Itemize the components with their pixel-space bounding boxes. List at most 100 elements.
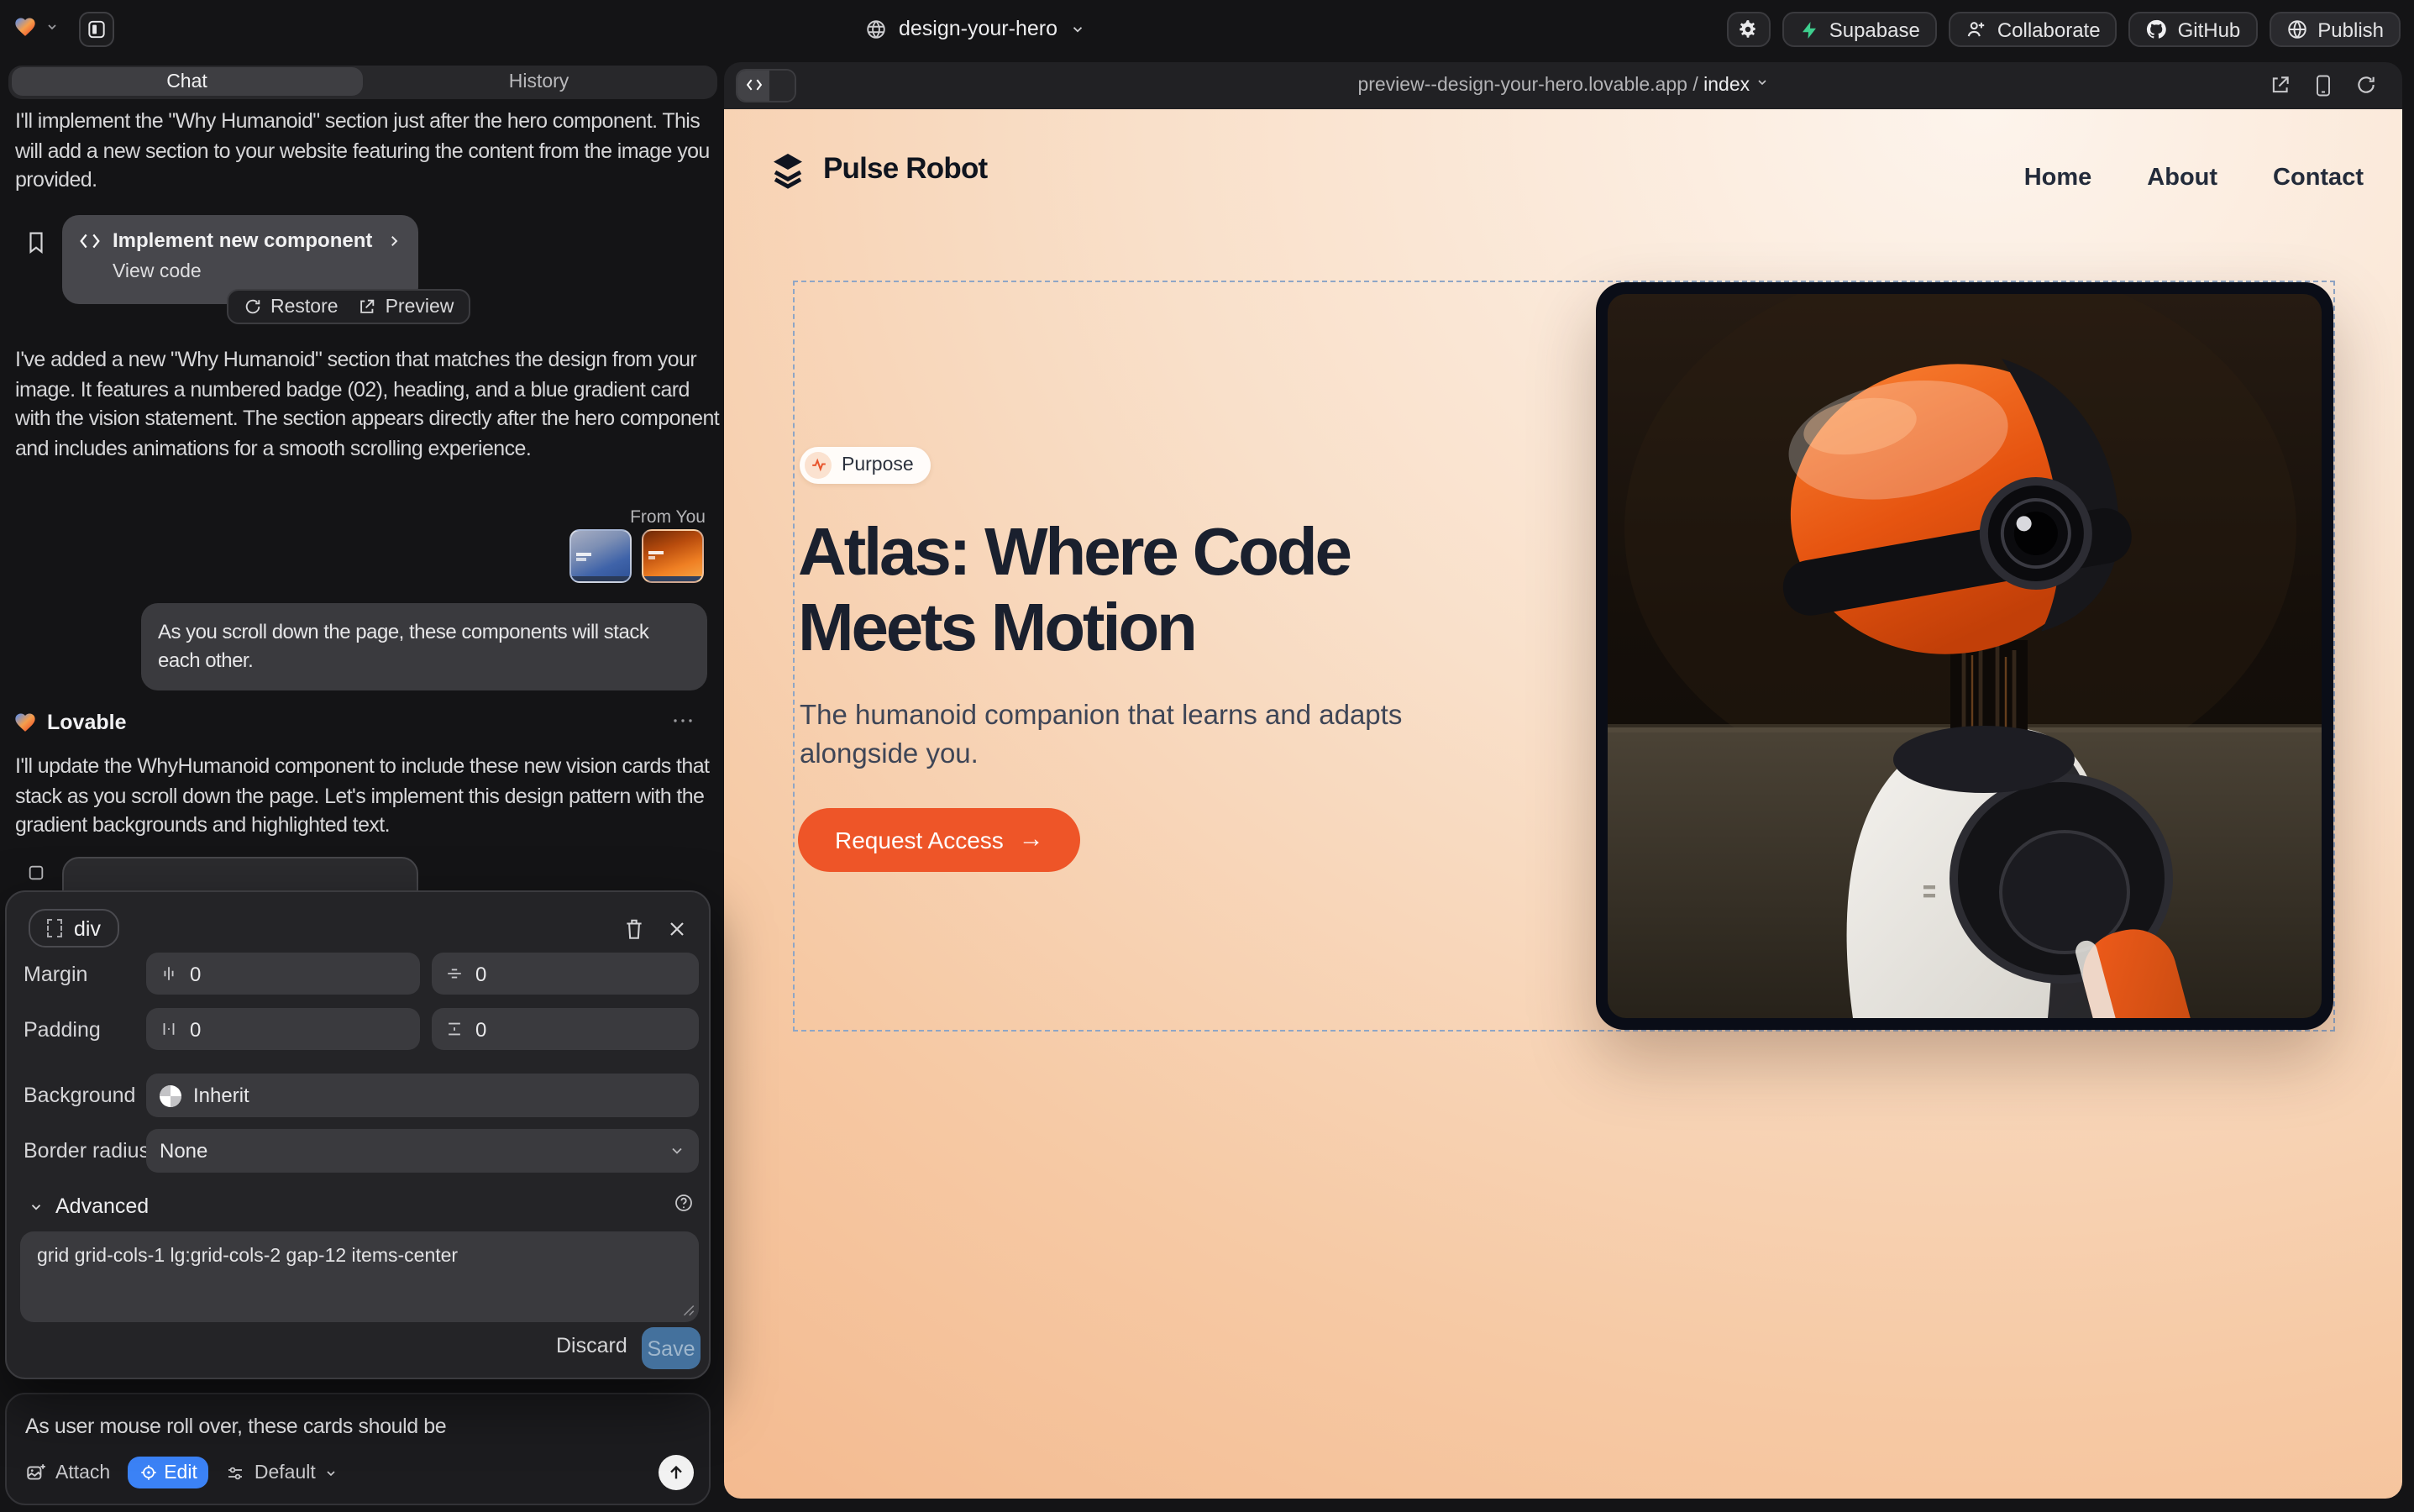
margin-label: Margin — [24, 963, 87, 986]
composer-draft-text[interactable]: As user mouse roll over, these cards sho… — [25, 1415, 446, 1438]
margin-y-input[interactable]: 0 — [432, 953, 699, 995]
chevron-down-icon — [1755, 75, 1769, 88]
collaborate-button[interactable]: Collaborate — [1949, 12, 2117, 47]
chevron-down-icon — [29, 1199, 44, 1214]
external-link-icon — [359, 297, 377, 316]
chevron-down-icon — [1069, 21, 1084, 36]
supabase-icon — [1799, 19, 1819, 39]
element-tag: div — [74, 916, 101, 940]
site-canvas: Pulse Robot Home About Contact Purpose A… — [724, 108, 2402, 1499]
target-icon — [139, 1463, 157, 1482]
help-icon[interactable] — [674, 1193, 694, 1213]
preview-toolbar: preview--design-your-hero.lovable.app / … — [724, 61, 2402, 108]
settings-button[interactable] — [1727, 12, 1771, 47]
tab-history[interactable]: History — [363, 67, 715, 96]
lovable-heart-icon — [13, 711, 37, 734]
publish-button[interactable]: Publish — [2269, 12, 2401, 47]
arrow-up-icon — [667, 1463, 685, 1482]
nav-about[interactable]: About — [2147, 164, 2217, 191]
purpose-badge: Purpose — [800, 446, 931, 483]
layers-icon — [768, 149, 808, 189]
assistant-name: Lovable — [47, 711, 127, 734]
restore-button[interactable]: Restore — [244, 297, 338, 317]
hero-heading: Atlas: Where Code Meets Motion — [798, 515, 1350, 666]
resize-handle-icon[interactable] — [680, 1302, 695, 1317]
discard-button[interactable]: Discard — [556, 1334, 627, 1357]
sidebar-toggle-button[interactable] — [79, 12, 114, 47]
chevron-down-icon — [45, 20, 59, 34]
nav-contact[interactable]: Contact — [2273, 164, 2364, 191]
background-label: Background — [24, 1084, 135, 1107]
margin-x-input[interactable]: 0 — [146, 953, 420, 995]
view-code-link[interactable]: View code — [113, 262, 401, 282]
user-message-bubble: As you scroll down the page, these compo… — [141, 603, 707, 690]
globe-icon — [865, 18, 887, 39]
project-name: design-your-hero — [899, 17, 1057, 40]
background-input[interactable]: Inherit — [146, 1074, 699, 1117]
component-title: Implement new component — [113, 228, 375, 252]
mobile-view-icon[interactable] — [2313, 73, 2333, 97]
advanced-classes-textarea[interactable]: grid grid-cols-1 lg:grid-cols-2 gap-12 i… — [20, 1231, 699, 1322]
lovable-heart-icon — [13, 15, 37, 39]
chat-tabs: Chat History — [8, 65, 717, 98]
padding-label: Padding — [24, 1018, 101, 1042]
save-button[interactable]: Save — [642, 1327, 701, 1369]
assistant-message-2: I've added a new "Why Humanoid" section … — [15, 346, 727, 464]
restore-icon — [244, 297, 262, 316]
app: design-your-hero Supabase Collaborate Gi… — [0, 0, 2414, 1512]
sidebar-panel-icon — [86, 18, 108, 40]
gear-icon — [1738, 18, 1760, 40]
github-button[interactable]: GitHub — [2129, 12, 2258, 47]
hero-robot-card — [1595, 282, 2333, 1030]
person-plus-icon — [1965, 18, 1987, 40]
component-icon-partial — [27, 864, 45, 882]
element-outline-icon — [47, 919, 62, 937]
trash-icon[interactable] — [623, 917, 645, 941]
edit-mode-button[interactable]: Edit — [127, 1457, 209, 1488]
chevron-down-icon — [324, 1466, 338, 1479]
nav-home[interactable]: Home — [2024, 164, 2092, 191]
more-options-icon[interactable] — [672, 717, 694, 724]
preview-url[interactable]: preview--design-your-hero.lovable.app / … — [724, 75, 2402, 95]
selected-element-chip[interactable]: div — [29, 909, 119, 948]
hero-subtitle: The humanoid companion that learns and a… — [800, 696, 1480, 775]
request-access-button[interactable]: Request Access → — [798, 807, 1081, 871]
assistant-header: Lovable — [13, 711, 127, 734]
project-switcher[interactable]: design-your-hero — [865, 17, 1084, 40]
supabase-button[interactable]: Supabase — [1782, 12, 1937, 47]
send-button[interactable] — [659, 1455, 694, 1490]
chevron-down-icon — [669, 1142, 685, 1159]
padding-y-icon — [445, 1020, 464, 1038]
advanced-toggle[interactable]: Advanced — [29, 1194, 149, 1218]
site-brand[interactable]: Pulse Robot — [768, 149, 987, 189]
bookmark-icon[interactable] — [25, 230, 47, 255]
robot-image — [1607, 294, 2321, 1018]
preview-button[interactable]: Preview — [359, 297, 454, 317]
publish-globe-icon — [2285, 18, 2307, 40]
close-icon[interactable] — [667, 919, 687, 939]
padding-x-input[interactable]: 0 — [146, 1008, 420, 1050]
padding-x-icon — [160, 1020, 178, 1038]
topbar: design-your-hero Supabase Collaborate Gi… — [0, 0, 2414, 59]
open-in-new-tab-icon[interactable] — [2270, 74, 2291, 96]
attach-button[interactable]: Attach — [25, 1462, 110, 1483]
chat-mode-select[interactable]: Default — [226, 1462, 338, 1483]
lovable-menu[interactable] — [13, 15, 59, 39]
attach-image-icon — [25, 1462, 47, 1483]
refresh-icon[interactable] — [2355, 74, 2377, 96]
chat-composer[interactable]: As user mouse roll over, these cards sho… — [5, 1393, 711, 1505]
from-you-label: From You — [630, 507, 706, 528]
padding-y-input[interactable]: 0 — [432, 1008, 699, 1050]
border-radius-label: Border radius — [24, 1139, 150, 1163]
pulse-icon — [805, 451, 832, 478]
attachment-thumbnail-orange[interactable] — [642, 529, 704, 583]
attachment-thumbnail-blue[interactable] — [569, 529, 632, 583]
preview-panel: preview--design-your-hero.lovable.app / … — [724, 61, 2402, 1499]
border-radius-select[interactable]: None — [146, 1129, 699, 1173]
site-nav: Home About Contact — [2024, 164, 2364, 191]
element-inspector: div Margin 0 0 Padding 0 0 Backgro — [5, 890, 711, 1379]
tab-chat[interactable]: Chat — [11, 67, 363, 96]
transparency-swatch-icon — [160, 1084, 181, 1106]
assistant-message-1: I'll implement the "Why Humanoid" sectio… — [15, 108, 722, 196]
margin-x-icon — [160, 964, 178, 983]
